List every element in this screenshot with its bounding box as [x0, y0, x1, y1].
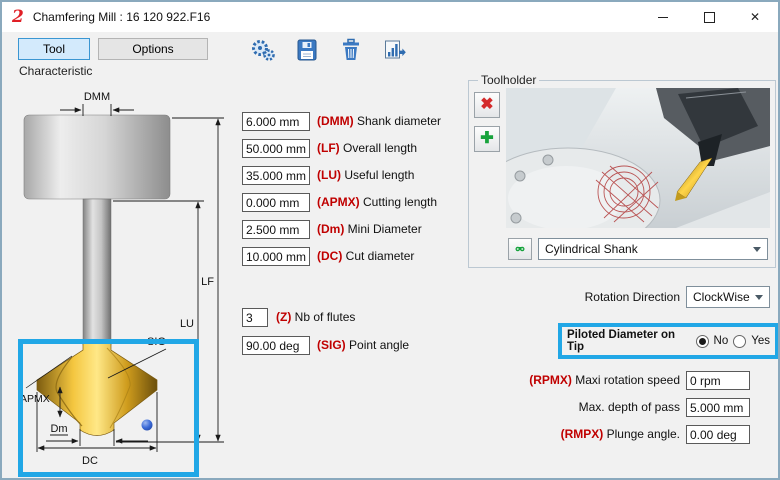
- tab-tool[interactable]: Tool: [18, 38, 90, 60]
- shank-diameter-field[interactable]: [242, 112, 310, 131]
- save-button[interactable]: [292, 35, 322, 65]
- maxi-rotation-speed-field[interactable]: [686, 371, 750, 390]
- plunge-angle-label: (RMPX) Plunge angle.: [460, 425, 680, 444]
- trash-icon: [338, 37, 364, 63]
- pilot-ball-marker: [142, 420, 153, 431]
- update-tool-button[interactable]: [248, 35, 278, 65]
- export-data-icon: [382, 37, 408, 63]
- max-depth-of-pass-label: Max. depth of pass: [460, 398, 680, 417]
- remove-toolholder-button[interactable]: ✖: [474, 92, 500, 118]
- add-toolholder-button[interactable]: ✚: [474, 126, 500, 152]
- shank-shape-button[interactable]: [508, 238, 532, 260]
- dim-label-dm: Dm: [50, 423, 67, 435]
- dim-label-apmx: APMX: [20, 393, 50, 405]
- tool-shank: [83, 199, 111, 345]
- shank-diameter-label: (DMM) Shank diameter: [317, 112, 441, 131]
- minimize-button[interactable]: [640, 2, 686, 32]
- maximize-icon: [704, 12, 715, 23]
- rotation-direction-dropdown[interactable]: ClockWise: [686, 286, 770, 308]
- rotation-direction-label: Rotation Direction: [550, 288, 680, 307]
- maxi-rotation-speed-label: (RPMX) Maxi rotation speed: [460, 371, 680, 390]
- tool-holder-body: [24, 115, 170, 199]
- cut-diameter-label: (DC) Cut diameter: [317, 247, 414, 266]
- rotation-direction-value: ClockWise: [693, 290, 750, 304]
- dim-label-lu: LU: [180, 318, 194, 330]
- piloted-diameter-label: Piloted Diameter on Tip: [567, 329, 691, 353]
- flutes-field[interactable]: [242, 308, 268, 327]
- overall-length-label: (LF) Overall length: [317, 139, 417, 158]
- delete-button[interactable]: [336, 35, 366, 65]
- dim-label-lf: LF: [201, 276, 214, 288]
- cutting-length-field[interactable]: [242, 193, 310, 212]
- max-depth-of-pass-field[interactable]: [686, 398, 750, 417]
- export-data-button[interactable]: [380, 35, 410, 65]
- window-title: Chamfering Mill : 16 120 922.F16: [33, 10, 210, 24]
- piloted-diameter-group: Piloted Diameter on Tip No Yes: [558, 323, 779, 359]
- tab-options[interactable]: Options: [98, 38, 208, 60]
- toolholder-group-label: Toolholder: [478, 73, 539, 87]
- cutting-length-label: (APMX) Cutting length: [317, 193, 437, 212]
- dim-label-dc: DC: [82, 455, 98, 467]
- useful-length-field[interactable]: [242, 166, 310, 185]
- maximize-button[interactable]: [686, 2, 732, 32]
- shank-type-value: Cylindrical Shank: [545, 242, 638, 256]
- dim-label-sig: SIG: [147, 336, 166, 348]
- minimize-icon: [658, 17, 668, 18]
- tool-diagram: DMM LF LU SIG APMX Dm DC: [12, 86, 242, 478]
- chamfering-mill-dialog: 2 Chamfering Mill : 16 120 922.F16 ✕ Too…: [0, 0, 780, 480]
- piloted-yes-label: Yes: [751, 335, 770, 347]
- close-button[interactable]: ✕: [732, 2, 778, 32]
- point-angle-label: (SIG) Point angle: [317, 336, 409, 355]
- flutes-label: (Z) Nb of flutes: [276, 308, 355, 327]
- useful-length-label: (LU) Useful length: [317, 166, 414, 185]
- mini-diameter-field[interactable]: [242, 220, 310, 239]
- gears-icon: [249, 36, 277, 64]
- remove-x-icon: ✖: [480, 97, 493, 113]
- close-icon: ✕: [750, 10, 760, 24]
- tool-cutting-head: [37, 342, 157, 436]
- chevron-down-icon: [753, 247, 761, 252]
- save-icon: [294, 37, 320, 63]
- shank-shape-icon: [515, 242, 525, 256]
- characteristic-group-label: Characteristic: [16, 64, 95, 78]
- mini-diameter-label: (Dm) Mini Diameter: [317, 220, 422, 239]
- overall-length-field[interactable]: [242, 139, 310, 158]
- chevron-down-icon: [755, 295, 763, 300]
- point-angle-field[interactable]: [242, 336, 310, 355]
- shank-type-dropdown[interactable]: Cylindrical Shank: [538, 238, 768, 260]
- window-controls: ✕: [640, 2, 778, 32]
- app-logo: 2: [12, 7, 24, 27]
- add-plus-icon: ✚: [480, 131, 493, 147]
- title-bar: 2 Chamfering Mill : 16 120 922.F16 ✕: [2, 2, 778, 32]
- piloted-yes-radio[interactable]: [733, 335, 746, 348]
- plunge-angle-field[interactable]: [686, 425, 750, 444]
- dim-label-dmm: DMM: [84, 91, 110, 103]
- piloted-no-radio[interactable]: [696, 335, 709, 348]
- cut-diameter-field[interactable]: [242, 247, 310, 266]
- toolholder-preview-image: [506, 88, 770, 228]
- piloted-no-label: No: [714, 335, 729, 347]
